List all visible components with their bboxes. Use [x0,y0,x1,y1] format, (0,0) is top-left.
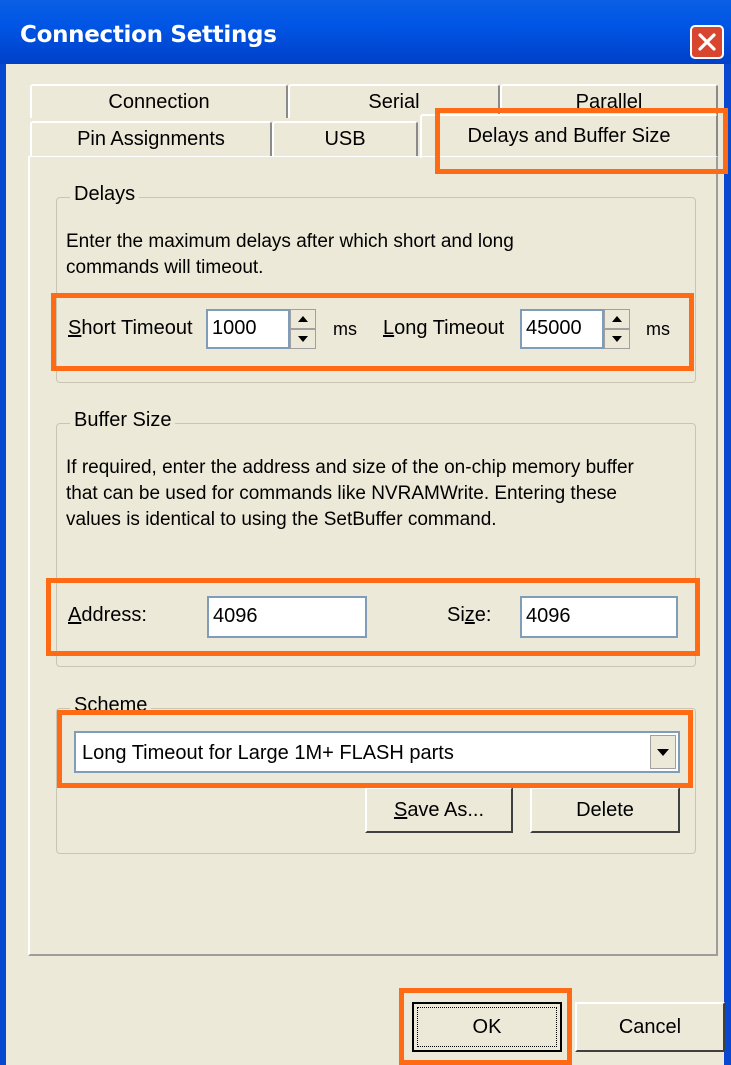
long-timeout-spinner[interactable] [604,309,630,349]
spin-down-icon[interactable] [604,329,630,349]
title-bar[interactable]: Connection Settings [0,0,731,64]
delays-group [56,197,696,383]
tab-pin-assignments[interactable]: Pin Assignments [30,121,272,157]
scheme-selected-value: Long Timeout for Large 1M+ FLASH parts [82,742,454,764]
buffer-size-legend: Buffer Size [70,409,176,432]
window-frame-left [0,64,6,1065]
tab-serial[interactable]: Serial [288,84,500,118]
close-button[interactable] [690,25,724,59]
ok-button[interactable]: OK [412,1002,562,1052]
dropdown-button[interactable] [650,735,676,769]
save-as-button[interactable]: Save As... [365,787,513,833]
address-label: Address: [68,604,147,626]
delays-description: Enter the maximum delays after which sho… [66,231,514,278]
delays-legend: Delays [70,183,140,206]
close-icon [698,33,716,51]
buffer-size-description: If required, enter the address and size … [66,457,634,530]
spin-up-icon[interactable] [604,309,630,329]
chevron-down-icon [657,748,669,756]
tab-connection[interactable]: Connection [30,84,288,118]
size-label: Size: [447,604,492,626]
long-timeout-unit: ms [646,319,670,339]
tab-usb[interactable]: USB [272,121,418,157]
dialog-window: Connection Settings Connection Serial Pa… [0,0,731,1065]
short-timeout-unit: ms [333,319,357,339]
window-frame-right [724,64,731,1065]
cancel-button[interactable]: Cancel [575,1002,725,1052]
tab-delays-buffer-size[interactable]: Delays and Buffer Size [420,114,718,158]
scheme-select[interactable]: Long Timeout for Large 1M+ FLASH parts [74,731,680,773]
size-input[interactable]: 4096 [520,596,678,638]
delete-button[interactable]: Delete [530,787,680,833]
short-timeout-label: Short Timeout [68,317,193,339]
window-title: Connection Settings [20,22,277,48]
long-timeout-input[interactable]: 45000 [520,309,604,349]
spin-up-icon[interactable] [290,309,316,329]
scheme-legend: Scheme [70,694,152,717]
spin-down-icon[interactable] [290,329,316,349]
long-timeout-label: Long Timeout [383,317,505,339]
tab-parallel[interactable]: Parallel [500,84,718,118]
short-timeout-spinner[interactable] [290,309,316,349]
short-timeout-input[interactable]: 1000 [206,309,290,349]
address-input[interactable]: 4096 [207,596,367,638]
